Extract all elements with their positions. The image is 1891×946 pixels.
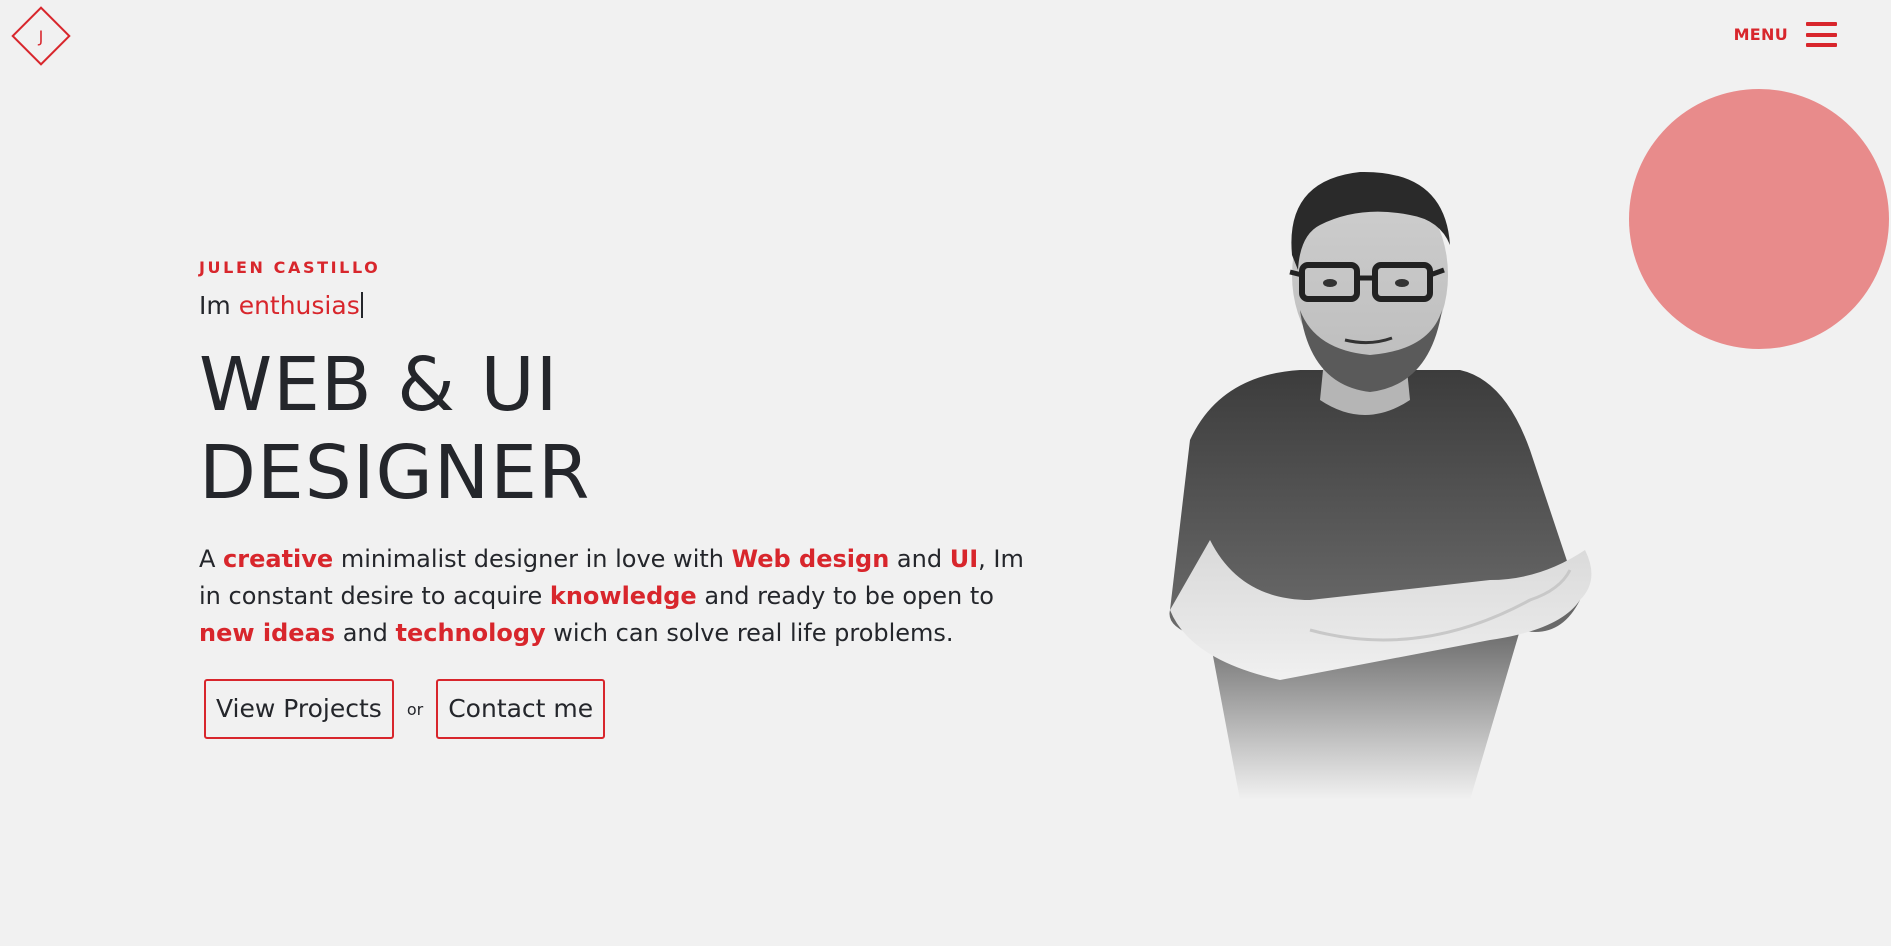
- desc-highlight: creative: [223, 545, 334, 573]
- or-separator: or: [406, 699, 424, 719]
- desc-highlight: knowledge: [549, 582, 697, 610]
- desc-text: and: [335, 619, 396, 647]
- text-cursor: [360, 292, 363, 318]
- portrait-image: [1169, 171, 1592, 800]
- hamburger-icon[interactable]: [1806, 22, 1837, 47]
- logo-diamond-icon[interactable]: J: [11, 6, 71, 66]
- hero-section: JULEN CASTILLO Im enthusias WEB & UI DES…: [199, 258, 1049, 739]
- desc-highlight: UI: [949, 545, 979, 573]
- menu-label: MENU: [1733, 25, 1788, 44]
- desc-text: minimalist designer in love with: [333, 545, 732, 573]
- view-projects-button[interactable]: View Projects: [204, 679, 394, 739]
- page: J MENU JULEN CASTILLO Im enthusias WEB &…: [0, 0, 1891, 946]
- desc-text: A: [199, 545, 224, 573]
- desc-highlight: Web design: [731, 545, 890, 573]
- desc-highlight: new ideas: [199, 619, 336, 647]
- typed-text: Im enthusias: [199, 291, 1049, 321]
- logo-letter: J: [38, 26, 44, 46]
- hero-actions: View Projects or Contact me: [204, 679, 1049, 739]
- desc-text: and: [889, 545, 950, 573]
- contact-me-button[interactable]: Contact me: [436, 679, 606, 739]
- typed-word: enthusias: [238, 291, 360, 320]
- title-line-1: WEB & UI: [199, 342, 559, 428]
- title-line-2: DESIGNER: [199, 430, 591, 516]
- desc-text: wich can solve real life problems.: [545, 619, 954, 647]
- hero-description: A creative minimalist designer in love w…: [199, 541, 1049, 652]
- desc-text: and ready to be open to: [696, 582, 994, 610]
- decorative-circle: [1629, 89, 1889, 349]
- menu-button[interactable]: MENU: [1734, 22, 1837, 47]
- page-title: WEB & UI DESIGNER: [199, 341, 1049, 517]
- author-name: JULEN CASTILLO: [199, 258, 381, 277]
- desc-highlight: technology: [395, 619, 546, 647]
- typed-prefix: Im: [199, 291, 231, 320]
